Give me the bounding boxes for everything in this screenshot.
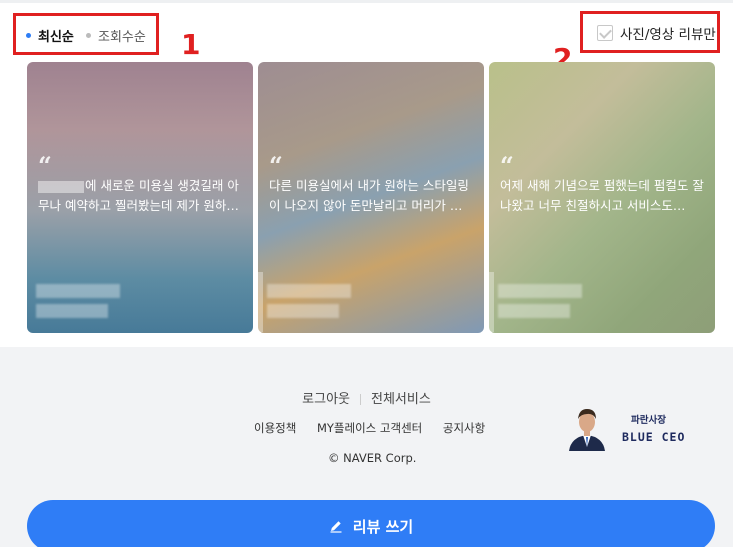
blue-ceo-logo: 파란사장 BLUE CEO bbox=[563, 403, 703, 453]
logo-korean-text: 파란사장 bbox=[631, 415, 666, 426]
all-services-link[interactable]: 전체서비스 bbox=[371, 392, 431, 407]
inactive-dot-icon bbox=[86, 33, 91, 38]
review-card[interactable]: “ 다른 미용실에서 내가 원하는 스타일링이 나오지 않아 돈만날리고 머리가… bbox=[258, 62, 484, 333]
blurred-author bbox=[36, 284, 120, 298]
pencil-icon bbox=[330, 521, 342, 533]
sort-views-label: 조회수순 bbox=[98, 30, 146, 45]
policy-link[interactable]: 이용정책 bbox=[254, 421, 296, 435]
blurred-date bbox=[36, 304, 108, 318]
logo-english-text: BLUE CEO bbox=[622, 430, 686, 444]
blurred-date bbox=[267, 304, 339, 318]
review-text: 에 새로운 미용실 생겼길래 아무나 예약하고 찔러봤는데 제가 원하… bbox=[38, 178, 239, 213]
sort-latest-label: 최신순 bbox=[38, 30, 74, 45]
divider bbox=[360, 394, 362, 405]
copyright: © NAVER Corp. bbox=[328, 451, 417, 465]
my-place-center-link[interactable]: MY플레이스 고객센터 bbox=[317, 421, 422, 435]
annotation-number-1: 1 bbox=[181, 28, 201, 61]
blurred-date bbox=[498, 304, 570, 318]
photo-video-checkbox[interactable] bbox=[597, 25, 613, 41]
card-gap-blur bbox=[484, 272, 494, 332]
review-text: 어제 새해 기념으로 펌했는데 펌컬도 잘나왔고 너무 친절하시고 서비스도… bbox=[500, 178, 704, 213]
censored-text bbox=[38, 180, 84, 193]
card-gap-blur bbox=[253, 272, 263, 332]
notice-link[interactable]: 공지사항 bbox=[443, 421, 485, 435]
sort-options-highlight: 최신순 조회수순 bbox=[13, 13, 159, 55]
write-review-label: 리뷰 쓰기 bbox=[352, 517, 414, 536]
review-card[interactable]: “ 에 새로운 미용실 생겼길래 아무나 예약하고 찔러봤는데 제가 원하… bbox=[27, 62, 253, 333]
photo-video-filter-label[interactable]: 사진/영상 리뷰만 bbox=[620, 23, 716, 43]
quote-icon: “ bbox=[38, 151, 52, 180]
review-card[interactable]: “ 어제 새해 기념으로 펌했는데 펌컬도 잘나왔고 너무 친절하시고 서비스도… bbox=[489, 62, 715, 333]
logout-link[interactable]: 로그아웃 bbox=[302, 392, 350, 407]
ceo-portrait-icon bbox=[565, 403, 609, 451]
blurred-author bbox=[498, 284, 582, 298]
photo-video-filter-highlight: 사진/영상 리뷰만 bbox=[580, 11, 720, 53]
sort-latest-option[interactable]: 최신순 bbox=[26, 26, 74, 45]
footer-secondary-links: 이용정책 MY플레이스 고객센터 공지사항 bbox=[254, 420, 502, 436]
review-text: 다른 미용실에서 내가 원하는 스타일링이 나오지 않아 돈만날리고 머리가 … bbox=[269, 178, 469, 213]
sort-views-option[interactable]: 조회수순 bbox=[86, 26, 146, 45]
quote-icon: “ bbox=[269, 151, 283, 180]
quote-icon: “ bbox=[500, 151, 514, 180]
top-divider bbox=[0, 0, 733, 3]
write-review-button[interactable]: 리뷰 쓰기 bbox=[27, 500, 715, 547]
active-dot-icon bbox=[26, 33, 31, 38]
blurred-author bbox=[267, 284, 351, 298]
